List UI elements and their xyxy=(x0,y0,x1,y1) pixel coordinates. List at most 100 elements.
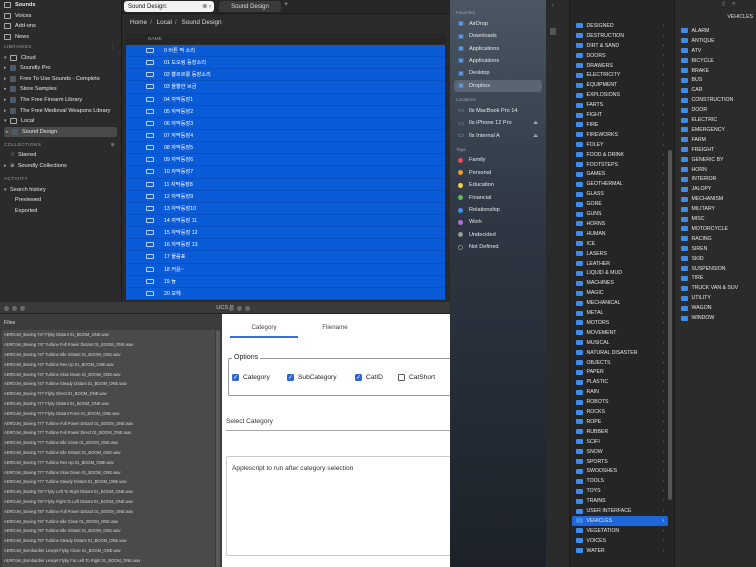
vehicle-folder-car[interactable]: CAR xyxy=(679,85,754,95)
file-list-item[interactable]: AERO­Jet_Boeing 777 Flyby Distant Front … xyxy=(2,408,215,418)
vehicle-folder-misc[interactable]: MISC xyxy=(679,214,754,224)
collection-item-soundly-collections[interactable]: ▸ ⊕ Soundly Collections xyxy=(0,161,121,172)
collection-item-starred[interactable]: ☆ Starred xyxy=(0,150,121,161)
file-list-item[interactable]: AERO­Jet_Bombardier Learjet Flyby Close … xyxy=(2,546,215,556)
zoom-window-icon[interactable] xyxy=(20,305,25,311)
sidebar-item-news[interactable]: News xyxy=(0,32,121,43)
activity-item-search-history[interactable]: ▾ Search history xyxy=(0,184,121,195)
category-folder-glass[interactable]: GLASS › xyxy=(572,189,668,199)
category-folder-drawers[interactable]: DRAWERS › xyxy=(572,61,668,71)
category-folder-motors[interactable]: MOTORS › xyxy=(572,318,668,328)
category-folder-dirt-sand[interactable]: DIRT & SAND › xyxy=(572,41,668,51)
library-item-free-to-use-sounds-complete[interactable]: ▸ Free To Use Sounds - Complete xyxy=(0,74,121,85)
file-list-item[interactable]: AERO­Jet_Boeing 747 Turbine Slow Down 01… xyxy=(2,369,215,379)
file-list-item[interactable]: AERO­Jet_Boeing 777 Turbine Full Power D… xyxy=(2,418,215,428)
tab-filename[interactable]: Filename xyxy=(302,324,368,336)
file-row[interactable]: 07 자막등장4 xyxy=(126,129,446,143)
ucs-window-titlebar[interactable]: UCS R xyxy=(0,302,450,314)
close-window-icon[interactable] xyxy=(4,305,9,311)
vehicle-folder-military[interactable]: MILITARY xyxy=(679,204,754,214)
file-list-item[interactable]: AERO­Jet_Boeing 787 Flyby Right To Left … xyxy=(2,497,215,507)
disclosure-arrow-icon[interactable]: ▾ xyxy=(4,187,9,193)
finder-tag-relationship[interactable]: Relationship xyxy=(450,204,546,216)
search-input[interactable]: Sound Design: ⊗ ‹ xyxy=(124,1,214,12)
category-folder-machines[interactable]: MACHINES › xyxy=(572,278,668,288)
file-row[interactable]: 05 자막등장2 xyxy=(126,105,446,118)
file-row[interactable]: 04 자막등장1 xyxy=(126,93,446,106)
file-list-item[interactable]: AERO­Jet_Bombardier Learjet Flyby Far Le… xyxy=(2,555,215,565)
file-list-item[interactable]: AERO­Jet_Boeing 787 Turbine Steady Dista… xyxy=(2,536,215,546)
categories-scrollbar[interactable] xyxy=(668,150,672,500)
vehicle-folder-suspension[interactable]: SUSPENSION xyxy=(679,264,754,274)
vehicle-folder-siren[interactable]: SIREN xyxy=(679,244,754,254)
file-row[interactable]: 13 자막등장10 xyxy=(126,202,446,215)
disclosure-arrow-icon[interactable]: ▾ xyxy=(4,118,9,124)
catid-checkbox[interactable]: ✓ xyxy=(355,374,362,381)
vehicle-folder-truck-van-suv[interactable]: TRUCK VAN & SUV xyxy=(679,283,754,293)
category-folder-rubber[interactable]: RUBBER › xyxy=(572,427,668,437)
vehicle-folder-jalopy[interactable]: JALOPY xyxy=(679,184,754,194)
disclosure-arrow-icon[interactable]: ▸ xyxy=(6,129,11,135)
library-item-local[interactable]: ▾ Local xyxy=(0,116,121,127)
minimize-window-icon[interactable] xyxy=(237,305,242,311)
vehicle-folder-generic-by[interactable]: GENERIC BY xyxy=(679,155,754,165)
share-icon[interactable]: ⇧ xyxy=(721,1,726,8)
vehicle-folder-freight[interactable]: FREIGHT xyxy=(679,145,754,155)
close-window-icon[interactable] xyxy=(229,305,234,311)
finder-favorite-airdrop[interactable]: ▣ AirDrop xyxy=(450,18,546,30)
vehicle-folder-racing[interactable]: RACING xyxy=(679,234,754,244)
option-catshort[interactable]: CatShort xyxy=(398,374,435,381)
category-folder-vehicles[interactable]: VEHICLES › xyxy=(572,516,668,526)
category-folder-doors[interactable]: DOORS › xyxy=(572,51,668,61)
disclosure-arrow-icon[interactable]: ▸ xyxy=(4,76,9,82)
category-folder-water[interactable]: WATER › xyxy=(572,546,668,556)
tab-category[interactable]: Category xyxy=(230,324,298,338)
vehicle-folder-bicycle[interactable]: BICYCLE xyxy=(679,56,754,66)
finder-favorite-downloads[interactable]: ▣ Downloads xyxy=(450,30,546,42)
file-list-item[interactable]: AERO­Jet_Boeing 777 Flyby Direct 01_BOOM… xyxy=(2,389,215,399)
catshort-checkbox[interactable] xyxy=(398,374,405,381)
file-list-item[interactable]: AERO­Jet_Boeing 787 Turbine Full Power D… xyxy=(2,506,215,516)
vehicle-folder-brake[interactable]: BRAKE xyxy=(679,66,754,76)
file-row[interactable]: 20 모헤 xyxy=(126,287,446,300)
category-folder-horns[interactable]: HORNS › xyxy=(572,219,668,229)
category-folder-musical[interactable]: MUSICAL › xyxy=(572,338,668,348)
category-folder-rocks[interactable]: ROCKS › xyxy=(572,407,668,417)
category-folder-voices[interactable]: VOICES › xyxy=(572,536,668,546)
category-folder-fight[interactable]: FIGHT › xyxy=(572,110,668,120)
vehicle-folder-emergency[interactable]: EMERGENCY xyxy=(679,125,754,135)
category-folder-footsteps[interactable]: FOOTSTEPS › xyxy=(572,160,668,170)
category-folder-lasers[interactable]: LASERS › xyxy=(572,249,668,259)
file-row[interactable]: 01 도오링 등장소리 xyxy=(126,57,446,70)
minimize-window-icon[interactable] xyxy=(12,305,17,311)
file-list-item[interactable]: AERO­Jet_Boeing 787 Flyby Left To Right … xyxy=(2,487,215,497)
finder-tag-family[interactable]: Family xyxy=(450,154,546,166)
category-folder-rain[interactable]: RAIN › xyxy=(572,387,668,397)
finder-tag-financial[interactable]: Financial xyxy=(450,191,546,203)
finder-location-ils-internal-a[interactable]: ▭ Ils Internal A ⏏ xyxy=(450,129,546,141)
category-folder-designed[interactable]: DESIGNED › xyxy=(572,21,668,31)
library-item-the-free-medieval-weapons-library[interactable]: ▸ The Free Medieval Weapons Library xyxy=(0,105,121,116)
file-row[interactable]: 02 뿅르르룽 등장소리 xyxy=(126,69,446,82)
vehicle-folder-antique[interactable]: ANTIQUE xyxy=(679,36,754,46)
category-folder-geothermal[interactable]: GEOTHERMAL › xyxy=(572,179,668,189)
vehicle-folder-motorcycle[interactable]: MOTORCYCLE xyxy=(679,224,754,234)
eject-icon[interactable]: ⏏ xyxy=(533,133,538,139)
file-row[interactable]: 18 커윤~ xyxy=(126,263,446,276)
category-folder-trains[interactable]: TRAINS › xyxy=(572,496,668,506)
category-folder-snow[interactable]: SNOW › xyxy=(572,447,668,457)
ucs-file-list-scrollbar[interactable] xyxy=(216,330,220,567)
sidebar-item-voices[interactable]: Voices xyxy=(0,11,121,22)
breadcrumb-home[interactable]: Home xyxy=(130,19,147,26)
vehicle-folder-bus[interactable]: BUS xyxy=(679,76,754,86)
vehicle-folder-utility[interactable]: UTILITY xyxy=(679,293,754,303)
category-folder-ice[interactable]: ICE › xyxy=(572,239,668,249)
category-folder-metal[interactable]: METAL › xyxy=(572,308,668,318)
file-row[interactable]: 14 자막등장 11 xyxy=(126,214,446,228)
library-item-store-samples[interactable]: ▸ Store Samples xyxy=(0,84,121,95)
file-row[interactable]: 12 자막등장9 xyxy=(126,190,446,203)
file-list-item[interactable]: AERO­Jet_Boeing 747 Flyby Distant 01_BOO… xyxy=(2,330,215,340)
disclosure-arrow-icon[interactable]: ▸ xyxy=(4,86,9,92)
file-row[interactable]: 19 늉 xyxy=(126,275,446,288)
category-folder-sports[interactable]: SPORTS › xyxy=(572,457,668,467)
